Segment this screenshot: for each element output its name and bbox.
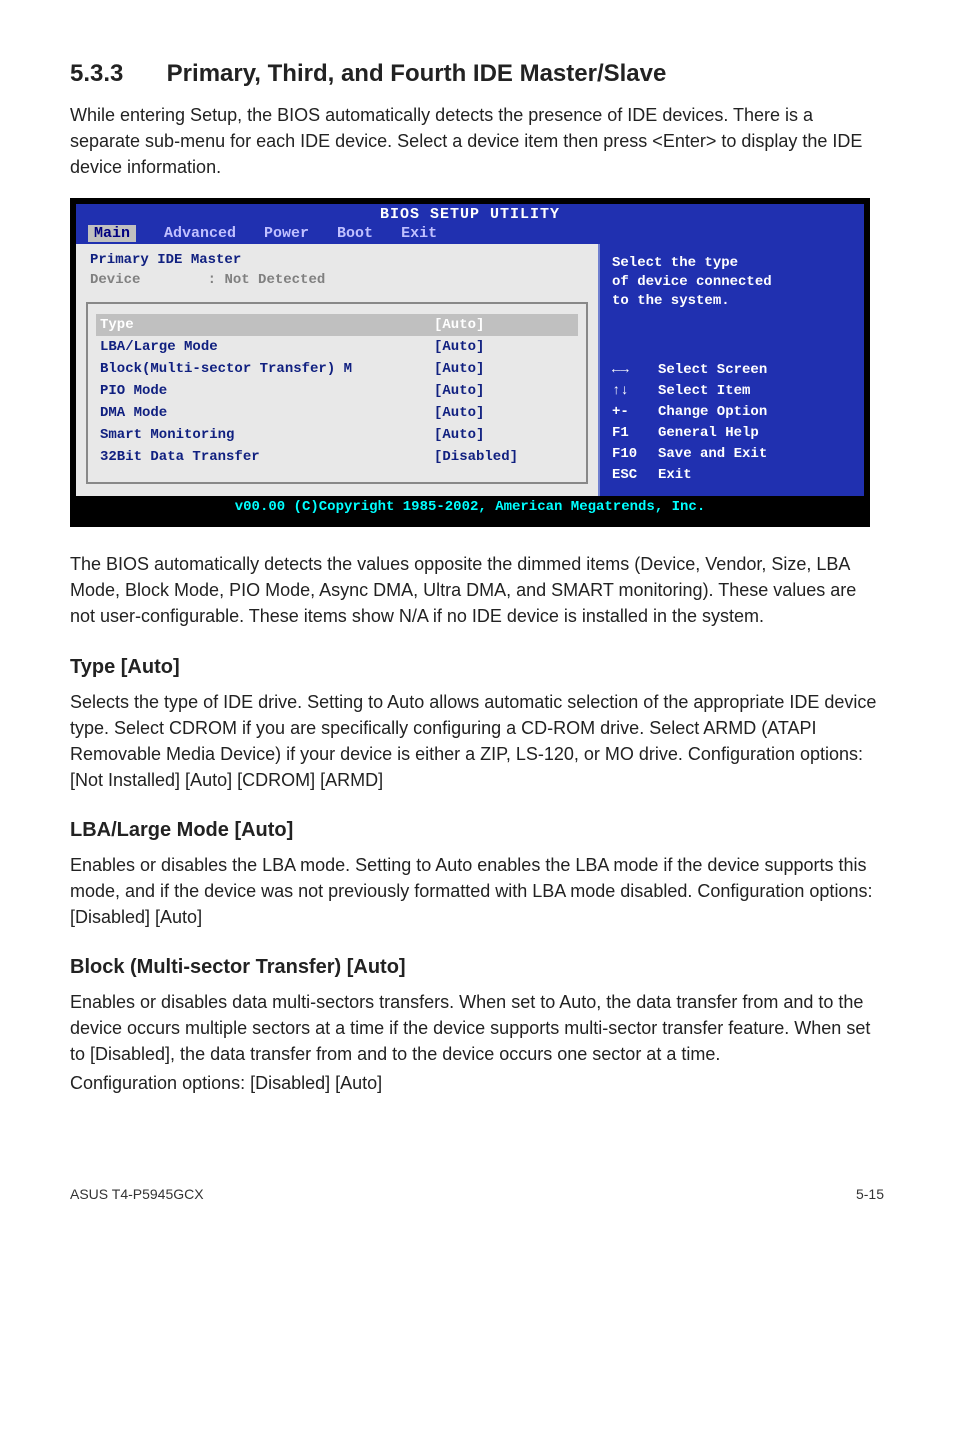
- bios-row-label: Type: [100, 317, 134, 333]
- bios-device-value: : Not Detected: [208, 272, 326, 288]
- section-heading: 5.3.3 Primary, Third, and Fourth IDE Mas…: [70, 60, 884, 88]
- bios-row-32bit[interactable]: 32Bit Data Transfer [Disabled]: [96, 446, 578, 468]
- bios-row-value: [Auto]: [434, 405, 574, 421]
- bios-row-pio[interactable]: PIO Mode [Auto]: [96, 380, 578, 402]
- bios-key-row: F1General Help: [612, 423, 852, 444]
- bios-titlebar: BIOS SETUP UTILITY Main Advanced Power B…: [70, 198, 870, 244]
- tab-main[interactable]: Main: [88, 225, 136, 242]
- bios-row-dma[interactable]: DMA Mode [Auto]: [96, 402, 578, 424]
- bios-tab-row: Main Advanced Power Boot Exit: [76, 225, 437, 244]
- bios-key-action: Change Option: [658, 402, 767, 423]
- bios-footer: v00.00 (C)Copyright 1985-2002, American …: [70, 496, 870, 527]
- section-title: Primary, Third, and Fourth IDE Master/Sl…: [167, 60, 667, 87]
- bios-options-box: Type [Auto] LBA/Large Mode [Auto] Block(…: [86, 302, 588, 484]
- bios-screen: BIOS SETUP UTILITY Main Advanced Power B…: [70, 198, 870, 527]
- bios-device-row: Device : Not Detected: [90, 272, 584, 288]
- bios-help-line: Select the type: [612, 254, 852, 273]
- bios-row-label: Block(Multi-sector Transfer) M: [100, 361, 352, 377]
- bios-key-action: Select Screen: [658, 360, 767, 381]
- sub-text-block-2: Configuration options: [Disabled] [Auto]: [70, 1070, 884, 1096]
- sub-text-block-1: Enables or disables data multi-sectors t…: [70, 989, 884, 1067]
- bios-help-line: to the system.: [612, 292, 852, 311]
- bios-row-value: [Auto]: [434, 427, 574, 443]
- bios-row-type[interactable]: Type [Auto]: [96, 314, 578, 336]
- tab-boot[interactable]: Boot: [337, 225, 373, 242]
- footer-right: 5-15: [856, 1186, 884, 1202]
- after-bios-paragraph: The BIOS automatically detects the value…: [70, 551, 884, 629]
- bios-key-row: ESCExit: [612, 465, 852, 486]
- bios-key: F1: [612, 423, 658, 444]
- bios-key-action: Select Item: [658, 381, 750, 402]
- bios-row-label: Smart Monitoring: [100, 427, 234, 443]
- bios-row-value: [Auto]: [434, 317, 574, 333]
- sub-heading-lba: LBA/Large Mode [Auto]: [70, 819, 884, 842]
- bios-row-label: PIO Mode: [100, 383, 167, 399]
- bios-key: ↑↓: [612, 381, 658, 402]
- bios-body: Primary IDE Master Device : Not Detected…: [70, 244, 870, 496]
- bios-row-label: 32Bit Data Transfer: [100, 449, 260, 465]
- bios-right-pane: Select the type of device connected to t…: [598, 244, 864, 496]
- bios-help-text: Select the type of device connected to t…: [612, 254, 852, 311]
- bios-device-label: Device: [90, 272, 140, 288]
- bios-key: ←→: [612, 360, 658, 381]
- bios-key: ESC: [612, 465, 658, 486]
- section-number: 5.3.3: [70, 60, 160, 88]
- bios-key-row: +-Change Option: [612, 402, 852, 423]
- bios-title: BIOS SETUP UTILITY: [76, 206, 864, 223]
- bios-left-pane: Primary IDE Master Device : Not Detected…: [76, 244, 598, 496]
- intro-paragraph: While entering Setup, the BIOS automatic…: [70, 102, 884, 180]
- bios-row-value: [Auto]: [434, 383, 574, 399]
- bios-key-help: ←→Select Screen ↑↓Select Item +-Change O…: [612, 360, 852, 486]
- bios-key-row: ←→Select Screen: [612, 360, 852, 381]
- bios-row-label: LBA/Large Mode: [100, 339, 218, 355]
- bios-row-value: [Auto]: [434, 339, 574, 355]
- sub-text-lba: Enables or disables the LBA mode. Settin…: [70, 852, 884, 930]
- bios-row-value: [Disabled]: [434, 449, 574, 465]
- bios-row-block[interactable]: Block(Multi-sector Transfer) M [Auto]: [96, 358, 578, 380]
- bios-help-line: of device connected: [612, 273, 852, 292]
- tab-power[interactable]: Power: [264, 225, 309, 242]
- bios-key: F10: [612, 444, 658, 465]
- sub-heading-type: Type [Auto]: [70, 656, 884, 679]
- bios-row-smart[interactable]: Smart Monitoring [Auto]: [96, 424, 578, 446]
- page: 5.3.3 Primary, Third, and Fourth IDE Mas…: [0, 0, 954, 1242]
- bios-key-action: Exit: [658, 465, 692, 486]
- bios-left-heading: Primary IDE Master: [90, 252, 584, 268]
- tab-exit[interactable]: Exit: [401, 225, 437, 242]
- bios-row-lba[interactable]: LBA/Large Mode [Auto]: [96, 336, 578, 358]
- bios-key-row: ↑↓Select Item: [612, 381, 852, 402]
- bios-key-action: Save and Exit: [658, 444, 767, 465]
- page-footer: ASUS T4-P5945GCX 5-15: [70, 1186, 884, 1202]
- bios-row-label: DMA Mode: [100, 405, 167, 421]
- bios-key-action: General Help: [658, 423, 759, 444]
- sub-text-type: Selects the type of IDE drive. Setting t…: [70, 689, 884, 793]
- sub-heading-block: Block (Multi-sector Transfer) [Auto]: [70, 956, 884, 979]
- footer-left: ASUS T4-P5945GCX: [70, 1186, 204, 1202]
- bios-key: +-: [612, 402, 658, 423]
- tab-advanced[interactable]: Advanced: [164, 225, 236, 242]
- bios-key-row: F10Save and Exit: [612, 444, 852, 465]
- bios-row-value: [Auto]: [434, 361, 574, 377]
- bios-left-header-area: Primary IDE Master Device : Not Detected: [76, 244, 598, 296]
